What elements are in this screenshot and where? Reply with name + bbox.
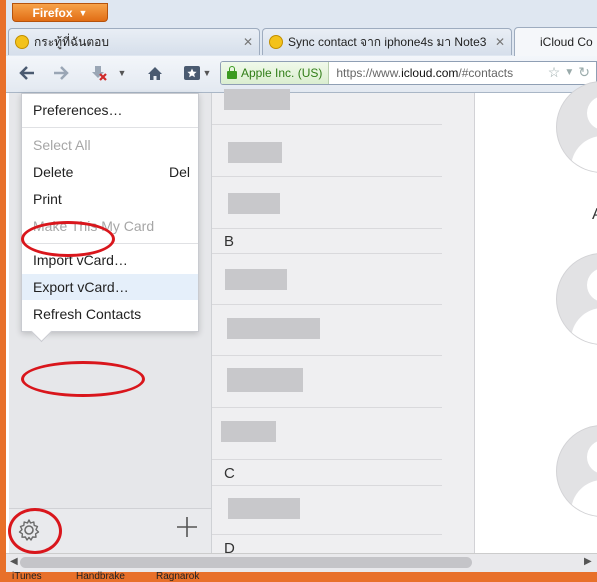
menu-item-shortcut: Del [168, 164, 190, 180]
menu-item-import-vcard[interactable]: Import vCard… [22, 247, 198, 273]
menu-divider [22, 243, 198, 244]
url-domain: icloud.com [401, 66, 459, 80]
menu-item-label: Preferences… [33, 102, 123, 118]
smiley-icon [15, 35, 29, 49]
history-dropdown[interactable]: ▼ [115, 62, 129, 84]
back-arrow-icon [19, 66, 34, 80]
list-item[interactable] [212, 408, 442, 460]
menu-item-label: Export vCard… [33, 279, 129, 295]
bookmarks-button[interactable]: ▼ [180, 62, 214, 84]
contact-name: A [592, 206, 597, 224]
add-contact-button[interactable] [176, 513, 198, 545]
url-prefix: https://www. [336, 66, 402, 80]
scroll-left-icon[interactable]: ◀ [10, 556, 18, 567]
tab-label: iCloud Con [540, 35, 593, 49]
tab-label: Sync contact จาก iphone4s มา Note3 ... [288, 34, 490, 49]
scroll-right-icon[interactable]: ▶ [584, 556, 592, 567]
menu-divider [22, 127, 198, 128]
list-item[interactable] [212, 89, 442, 125]
tab-icloud-contacts[interactable]: iCloud Con [514, 27, 597, 56]
menu-item-select-all: Select All [22, 132, 198, 158]
bookmark-star-icon [183, 66, 200, 80]
site-identity-badge[interactable]: Apple Inc. (US) [221, 62, 330, 84]
plus-icon [177, 517, 197, 537]
menu-item-make-my-card: Make This My Card [22, 213, 198, 239]
taskbar-item[interactable]: iTunes [12, 571, 42, 582]
taskbar: iTunes Handbrake Ragnarok [0, 571, 597, 582]
tab-label: กระทู้ที่ฉันตอบ [34, 34, 109, 49]
menu-item-label: Make This My Card [33, 218, 155, 234]
menu-item-print[interactable]: Print [22, 186, 198, 212]
browser-window: Firefox ▼ กระทู้ที่ฉันตอบ ✕ Sync contact… [6, 0, 597, 572]
close-icon[interactable]: ✕ [495, 35, 505, 49]
contact-detail-pane: A [475, 81, 597, 553]
menu-item-export-vcard[interactable]: Export vCard… [22, 274, 198, 300]
reload-icon[interactable]: ↻ [578, 64, 590, 81]
stop-reload-button[interactable] [88, 62, 110, 84]
forward-button[interactable] [50, 62, 72, 84]
avatar [556, 253, 597, 345]
tab-sync-contact[interactable]: Sync contact จาก iphone4s มา Note3 ... ✕ [262, 28, 512, 55]
avatar [556, 81, 597, 173]
firefox-menu-button[interactable]: Firefox ▼ [12, 3, 108, 22]
firefox-button-label: Firefox [32, 5, 73, 20]
taskbar-item[interactable]: Handbrake [76, 571, 125, 582]
url-suffix: /#contacts [458, 66, 514, 80]
menu-item-refresh-contacts[interactable]: Refresh Contacts [22, 301, 198, 327]
menu-item-delete[interactable]: Delete Del [22, 159, 198, 185]
scrollbar-thumb[interactable] [20, 557, 472, 568]
smiley-icon [269, 35, 283, 49]
list-item[interactable] [212, 125, 442, 177]
url-bar-icons: ☆ ▼ ↻ [548, 64, 590, 81]
menu-item-label: Select All [33, 137, 91, 153]
menu-item-preferences[interactable]: Preferences… [22, 97, 198, 123]
tab-my-replies[interactable]: กระทู้ที่ฉันตอบ ✕ [8, 28, 260, 55]
address-bar[interactable]: Apple Inc. (US) https://www.icloud.com/#… [220, 61, 597, 85]
list-item[interactable] [212, 253, 442, 305]
close-icon[interactable]: ✕ [243, 35, 253, 49]
forward-arrow-icon [54, 66, 69, 80]
chevron-down-icon: ▼ [202, 68, 212, 78]
section-header-b: B [224, 233, 235, 250]
contact-list[interactable]: B C D A • E F • J • M • Q • U V • [212, 89, 475, 557]
navigation-toolbar: ▼ ▼ Apple Inc. (US) https://www.icloud.c… [6, 56, 597, 93]
download-stop-icon [92, 66, 107, 81]
url-text[interactable]: https://www.icloud.com/#contacts [329, 66, 513, 80]
back-button[interactable] [16, 62, 38, 84]
chevron-down-icon[interactable]: ▼ [564, 67, 574, 81]
list-item[interactable] [212, 485, 442, 535]
tab-strip: กระทู้ที่ฉันตอบ ✕ Sync contact จาก iphon… [6, 26, 597, 56]
chevron-down-icon: ▼ [78, 7, 88, 18]
apple-icon [521, 35, 535, 49]
gear-icon [18, 519, 40, 541]
horizontal-scrollbar[interactable]: ◀ ▶ [6, 553, 597, 572]
list-item[interactable] [212, 356, 442, 408]
list-item[interactable] [212, 177, 442, 229]
lock-icon [227, 65, 237, 79]
home-icon [148, 66, 162, 80]
settings-menu: Preferences… Select All Delete Del Print … [21, 93, 199, 343]
taskbar-item[interactable]: Ragnarok [156, 571, 199, 582]
site-identity-label: Apple Inc. (US) [241, 66, 323, 80]
menu-item-label: Import vCard… [33, 252, 128, 268]
chevron-down-icon: ▼ [117, 68, 127, 78]
settings-gear-button[interactable] [17, 518, 41, 548]
menu-item-label: Delete [33, 164, 74, 180]
menu-item-label: Print [33, 191, 62, 207]
menu-item-label: Refresh Contacts [33, 306, 142, 322]
avatar [556, 425, 597, 517]
list-item[interactable] [212, 304, 442, 356]
section-header-c: C [224, 465, 235, 482]
bookmark-page-star-icon[interactable]: ☆ [548, 64, 561, 81]
home-button[interactable] [144, 62, 166, 84]
